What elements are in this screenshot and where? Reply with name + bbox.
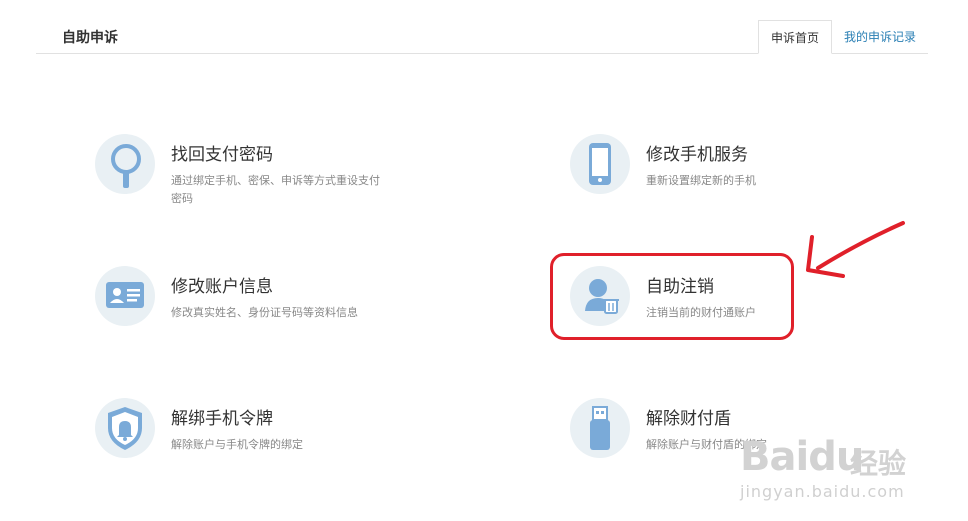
watermark-url: jingyan.baidu.com [740,482,905,501]
watermark-logo: Baidu [740,434,864,480]
baidu-jingyan-watermark: Baidu 经验 jingyan.baidu.com [730,416,950,516]
watermark-text: 经验 [850,447,907,480]
